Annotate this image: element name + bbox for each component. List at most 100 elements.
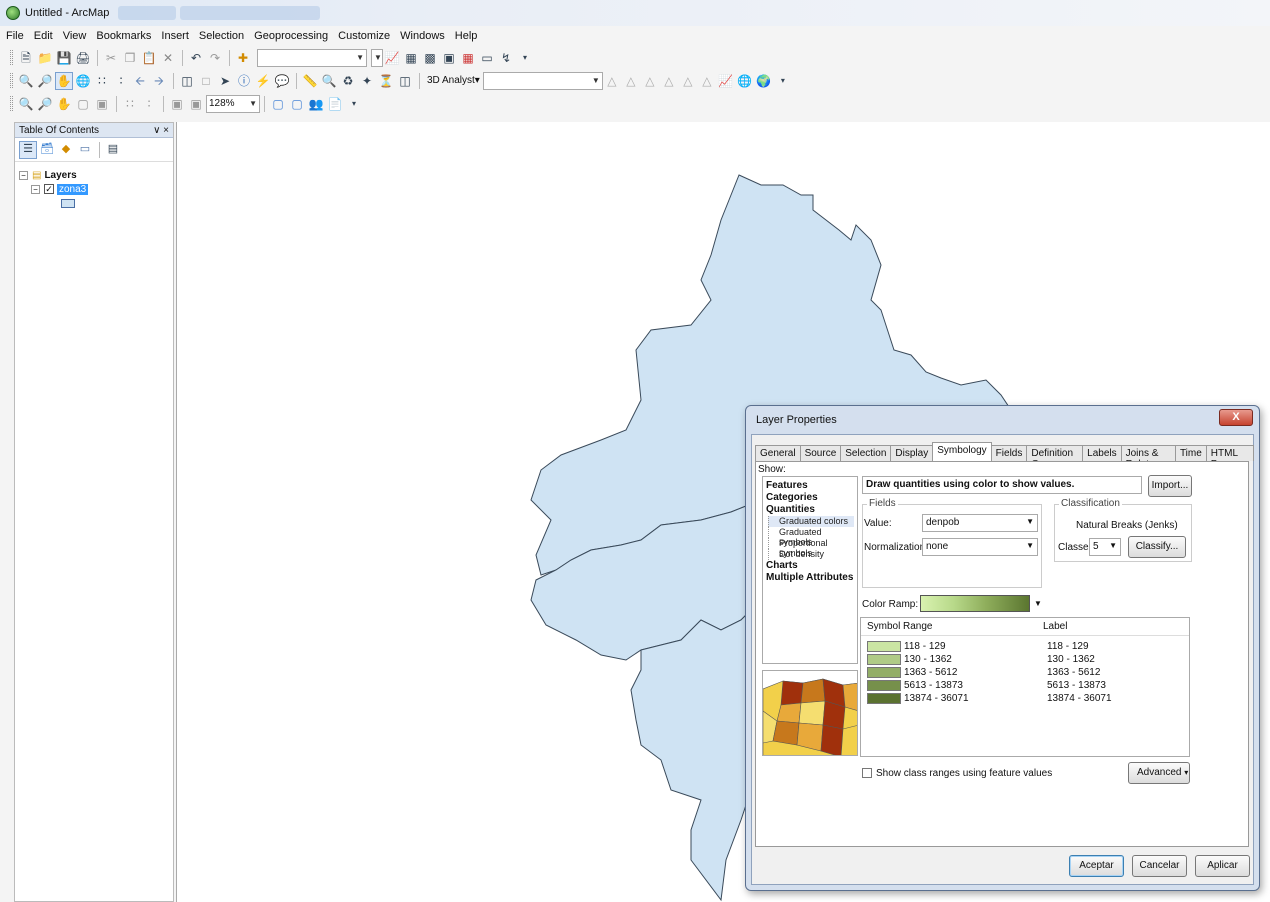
redo-icon[interactable]: ↷ xyxy=(206,49,224,67)
class-range[interactable]: 5613 - 13873 xyxy=(904,680,1047,691)
arcglobe-icon[interactable]: 🌍 xyxy=(755,72,773,90)
renderer-categories[interactable]: Categories xyxy=(766,492,854,504)
menu-customize[interactable]: Customize xyxy=(338,30,390,42)
color-ramp-swatch[interactable] xyxy=(920,595,1030,612)
collapse-icon[interactable]: − xyxy=(19,170,28,180)
forward-extent-icon[interactable]: 🡪 xyxy=(150,72,168,90)
apply-button[interactable]: Aplicar xyxy=(1195,855,1250,877)
advanced-button[interactable]: Advanced ▾ xyxy=(1128,762,1190,784)
classes-select[interactable]: 5 ▼ xyxy=(1089,538,1121,556)
dialog-title-bar[interactable]: Layer Properties X xyxy=(746,406,1259,434)
tab-html-popup[interactable]: HTML Popup xyxy=(1205,445,1254,470)
fixed-zoom-in-icon[interactable]: ∷ xyxy=(93,72,111,90)
ok-button[interactable]: Aceptar xyxy=(1069,855,1124,877)
pan-icon[interactable]: ✋ xyxy=(55,71,73,90)
toc-options-icon[interactable]: ▤ xyxy=(104,141,122,159)
time-slider-icon[interactable]: ⏳ xyxy=(377,72,395,90)
zoom-in-icon[interactable]: 🔍 xyxy=(17,72,35,90)
toggle-draft-mode-icon[interactable]: ▢ xyxy=(269,95,287,113)
3d-tool-icon[interactable]: △ xyxy=(603,72,621,90)
class-range[interactable]: 118 - 129 xyxy=(904,641,1047,652)
import-button[interactable]: Import... xyxy=(1148,475,1192,497)
layer-label[interactable]: zona3 xyxy=(57,183,89,195)
value-field-select[interactable]: denpob ▼ xyxy=(922,514,1038,532)
background-tab[interactable] xyxy=(118,6,176,20)
back-extent-icon[interactable]: 🡨 xyxy=(131,72,149,90)
class-label[interactable]: 118 - 129 xyxy=(1047,641,1089,652)
open-folder-icon[interactable]: 📁 xyxy=(36,49,54,67)
class-row[interactable]: 118 - 129 118 - 129 xyxy=(861,640,1189,653)
toolbar-grip[interactable] xyxy=(10,73,13,88)
layout-zoom-in-icon[interactable]: 🔍 xyxy=(17,95,35,113)
zoom-percent-combo[interactable]: 128% ▼ xyxy=(206,94,260,113)
layer-symbol-row[interactable] xyxy=(19,196,169,210)
tab-source[interactable]: Source xyxy=(799,445,842,461)
list-by-selection-icon[interactable]: ▭ xyxy=(76,141,94,159)
3d-tool-icon[interactable]: △ xyxy=(641,72,659,90)
previous-extent-icon[interactable]: ▣ xyxy=(168,95,186,113)
zoom-100-icon[interactable]: ▣ xyxy=(93,95,111,113)
class-range[interactable]: 1363 - 5612 xyxy=(904,667,1047,678)
3d-analyst-layer-combo[interactable]: ▼ xyxy=(482,71,603,90)
new-document-icon[interactable]: 🗎 xyxy=(17,49,35,67)
class-row[interactable]: 1363 - 5612 1363 - 5612 xyxy=(861,666,1189,679)
list-by-drawing-order-icon[interactable]: ☰ xyxy=(19,140,37,159)
tab-labels[interactable]: Labels xyxy=(1082,445,1122,461)
renderer-features[interactable]: Features xyxy=(766,480,854,492)
toolbar-overflow-icon[interactable]: ▾ xyxy=(774,72,792,90)
menu-windows[interactable]: Windows xyxy=(400,30,445,42)
menu-geoprocessing[interactable]: Geoprocessing xyxy=(254,30,328,42)
class-row[interactable]: 13874 - 36071 13874 - 36071 xyxy=(861,692,1189,705)
class-label[interactable]: 13874 - 36071 xyxy=(1047,693,1112,704)
print-icon[interactable]: 🖨 xyxy=(74,49,92,67)
menu-selection[interactable]: Selection xyxy=(199,30,244,42)
toolbar-grip[interactable] xyxy=(10,50,13,65)
change-layout-icon[interactable]: 👥 xyxy=(307,95,325,113)
background-tab[interactable] xyxy=(180,6,320,20)
hyperlink-icon[interactable]: ⚡ xyxy=(254,72,272,90)
3d-tool-icon[interactable]: △ xyxy=(622,72,640,90)
viewer-window-icon[interactable]: ◫ xyxy=(396,72,414,90)
fixed-zoom-out-icon[interactable]: ∶ xyxy=(140,95,158,113)
tab-definition-query[interactable]: Definition Query xyxy=(1026,445,1084,470)
cancel-button[interactable]: Cancelar xyxy=(1132,855,1187,877)
renderer-proportional-symbols[interactable]: Proportional symbols xyxy=(768,538,854,558)
range-column-header[interactable]: Range xyxy=(903,621,1043,632)
class-swatch[interactable] xyxy=(867,693,901,704)
class-row[interactable]: 5613 - 13873 5613 - 13873 xyxy=(861,679,1189,692)
menu-view[interactable]: View xyxy=(63,30,87,42)
renderer-dot-density[interactable]: Dot density xyxy=(768,549,854,560)
model-builder-icon[interactable]: ↯ xyxy=(497,49,515,67)
select-features-icon[interactable]: ◫ xyxy=(178,72,196,90)
copy-icon[interactable]: ❐ xyxy=(121,49,139,67)
renderer-quantities[interactable]: Quantities xyxy=(766,504,854,516)
cut-icon[interactable]: ✂ xyxy=(102,49,120,67)
close-button[interactable]: X xyxy=(1219,409,1253,426)
tab-fields[interactable]: Fields xyxy=(990,445,1028,461)
python-window-icon[interactable]: ▭ xyxy=(478,49,496,67)
class-label[interactable]: 1363 - 5612 xyxy=(1047,667,1100,678)
select-elements-icon[interactable]: ➤ xyxy=(216,72,234,90)
undo-icon[interactable]: ↶ xyxy=(187,49,205,67)
tab-selection[interactable]: Selection xyxy=(840,445,892,461)
tab-time[interactable]: Time xyxy=(1174,445,1207,461)
class-label[interactable]: 5613 - 13873 xyxy=(1047,680,1106,691)
tab-joins-relates[interactable]: Joins & Relates xyxy=(1120,445,1176,470)
measure-icon[interactable]: 📏 xyxy=(301,72,319,90)
tab-symbology[interactable]: Symbology xyxy=(932,442,992,461)
clear-selection-icon[interactable]: □ xyxy=(197,72,215,90)
tab-general[interactable]: General xyxy=(755,445,801,461)
list-by-source-icon[interactable]: 🗃 xyxy=(38,141,56,159)
menu-help[interactable]: Help xyxy=(455,30,478,42)
normalization-select[interactable]: none ▼ xyxy=(922,538,1038,556)
polygon-symbol-swatch[interactable] xyxy=(61,198,75,208)
class-row[interactable]: 130 - 1362 130 - 1362 xyxy=(861,653,1189,666)
arctoolbox-icon[interactable]: ▦ xyxy=(459,49,477,67)
3d-tool-icon[interactable]: △ xyxy=(660,72,678,90)
delete-icon[interactable]: ✕ xyxy=(159,49,177,67)
class-range[interactable]: 130 - 1362 xyxy=(904,654,1047,665)
data-frame-row[interactable]: − ▤ Layers xyxy=(19,168,169,182)
list-by-visibility-icon[interactable]: ◆ xyxy=(57,141,75,159)
tab-display[interactable]: Display xyxy=(890,445,934,461)
class-label[interactable]: 130 - 1362 xyxy=(1047,654,1095,665)
